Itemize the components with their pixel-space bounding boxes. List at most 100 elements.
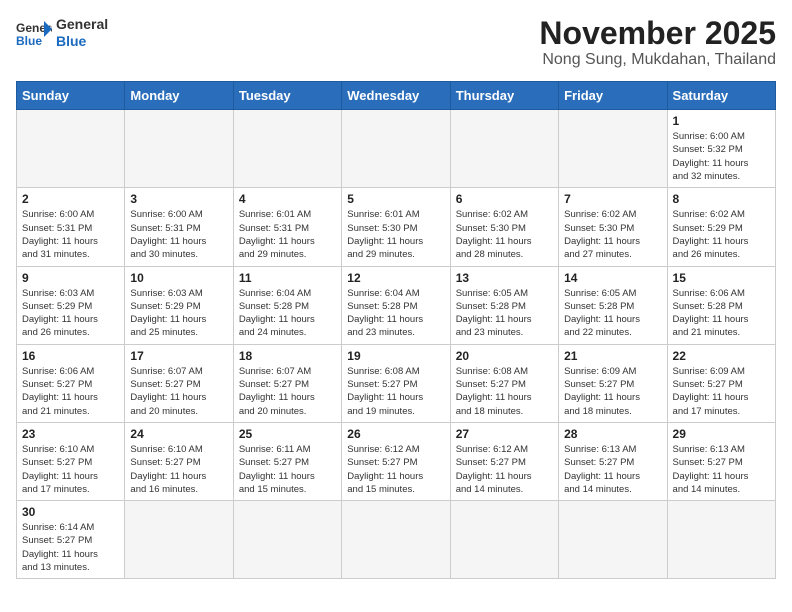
calendar-cell: 9 Sunrise: 6:03 AMSunset: 5:29 PMDaylight… [17,266,125,344]
day-number: 10 [130,271,227,285]
calendar-cell: 10 Sunrise: 6:03 AMSunset: 5:29 PMDayligh… [125,266,233,344]
logo-general: General [56,16,108,33]
day-info: Sunrise: 6:07 AMSunset: 5:27 PMDaylight:… [130,365,227,418]
day-info: Sunrise: 6:14 AMSunset: 5:27 PMDaylight:… [22,521,119,574]
calendar-cell [17,110,125,188]
day-number: 9 [22,271,119,285]
calendar-cell [667,501,775,579]
day-number: 7 [564,192,661,206]
calendar-cell: 7 Sunrise: 6:02 AMSunset: 5:30 PMDaylight… [559,188,667,266]
day-info: Sunrise: 6:13 AMSunset: 5:27 PMDaylight:… [673,443,770,496]
logo-blue: Blue [56,33,108,50]
day-header-tuesday: Tuesday [233,82,341,110]
day-info: Sunrise: 6:03 AMSunset: 5:29 PMDaylight:… [130,287,227,340]
day-number: 13 [456,271,553,285]
day-number: 21 [564,349,661,363]
day-info: Sunrise: 6:13 AMSunset: 5:27 PMDaylight:… [564,443,661,496]
calendar-cell [559,110,667,188]
day-number: 20 [456,349,553,363]
day-number: 19 [347,349,444,363]
day-info: Sunrise: 6:03 AMSunset: 5:29 PMDaylight:… [22,287,119,340]
logo-icon: General Blue [16,19,52,47]
day-info: Sunrise: 6:08 AMSunset: 5:27 PMDaylight:… [456,365,553,418]
day-info: Sunrise: 6:05 AMSunset: 5:28 PMDaylight:… [564,287,661,340]
page-header: General Blue General Blue November 2025 … [16,16,776,69]
day-info: Sunrise: 6:09 AMSunset: 5:27 PMDaylight:… [564,365,661,418]
calendar-cell [233,110,341,188]
calendar-cell: 30 Sunrise: 6:14 AMSunset: 5:27 PMDayligh… [17,501,125,579]
day-info: Sunrise: 6:05 AMSunset: 5:28 PMDaylight:… [456,287,553,340]
calendar-cell: 27Sunrise: 6:12 AMSunset: 5:27 PMDayligh… [450,422,558,500]
calendar-cell [125,110,233,188]
day-info: Sunrise: 6:12 AMSunset: 5:27 PMDaylight:… [347,443,444,496]
calendar-cell: 20 Sunrise: 6:08 AMSunset: 5:27 PMDayligh… [450,344,558,422]
day-info: Sunrise: 6:00 AMSunset: 5:32 PMDaylight:… [673,130,770,183]
calendar-cell [233,501,341,579]
calendar-cell [342,501,450,579]
calendar-header-row: SundayMondayTuesdayWednesdayThursdayFrid… [17,82,776,110]
day-info: Sunrise: 6:01 AMSunset: 5:31 PMDaylight:… [239,208,336,261]
calendar-cell: 19 Sunrise: 6:08 AMSunset: 5:27 PMDayligh… [342,344,450,422]
day-info: Sunrise: 6:09 AMSunset: 5:27 PMDaylight:… [673,365,770,418]
calendar-cell: 14 Sunrise: 6:05 AMSunset: 5:28 PMDayligh… [559,266,667,344]
calendar-cell [450,501,558,579]
calendar-cell: 8 Sunrise: 6:02 AMSunset: 5:29 PMDaylight… [667,188,775,266]
day-number: 8 [673,192,770,206]
day-header-friday: Friday [559,82,667,110]
day-number: 24 [130,427,227,441]
logo: General Blue General Blue [16,16,108,50]
day-number: 16 [22,349,119,363]
calendar-title: November 2025 [539,16,776,51]
calendar-cell [342,110,450,188]
day-number: 3 [130,192,227,206]
calendar-cell: 22 Sunrise: 6:09 AMSunset: 5:27 PMDayligh… [667,344,775,422]
day-number: 28 [564,427,661,441]
day-header-saturday: Saturday [667,82,775,110]
day-info: Sunrise: 6:10 AMSunset: 5:27 PMDaylight:… [22,443,119,496]
calendar-cell: 5 Sunrise: 6:01 AMSunset: 5:30 PMDaylight… [342,188,450,266]
day-number: 23 [22,427,119,441]
day-info: Sunrise: 6:10 AMSunset: 5:27 PMDaylight:… [130,443,227,496]
day-header-thursday: Thursday [450,82,558,110]
day-info: Sunrise: 6:02 AMSunset: 5:29 PMDaylight:… [673,208,770,261]
day-number: 4 [239,192,336,206]
day-info: Sunrise: 6:06 AMSunset: 5:28 PMDaylight:… [673,287,770,340]
calendar-cell [450,110,558,188]
calendar-cell [125,501,233,579]
day-number: 25 [239,427,336,441]
calendar-cell: 21 Sunrise: 6:09 AMSunset: 5:27 PMDayligh… [559,344,667,422]
calendar-cell: 18Sunrise: 6:07 AMSunset: 5:27 PMDayligh… [233,344,341,422]
day-info: Sunrise: 6:00 AMSunset: 5:31 PMDaylight:… [130,208,227,261]
day-info: Sunrise: 6:01 AMSunset: 5:30 PMDaylight:… [347,208,444,261]
day-number: 26 [347,427,444,441]
calendar-cell: 24 Sunrise: 6:10 AMSunset: 5:27 PMDayligh… [125,422,233,500]
day-number: 30 [22,505,119,519]
day-number: 2 [22,192,119,206]
day-number: 18 [239,349,336,363]
calendar-cell [559,501,667,579]
calendar-table: SundayMondayTuesdayWednesdayThursdayFrid… [16,81,776,579]
calendar-cell: 17 Sunrise: 6:07 AMSunset: 5:27 PMDayligh… [125,344,233,422]
calendar-cell: 15 Sunrise: 6:06 AMSunset: 5:28 PMDayligh… [667,266,775,344]
calendar-cell: 25Sunrise: 6:11 AMSunset: 5:27 PMDayligh… [233,422,341,500]
calendar-cell: 11Sunrise: 6:04 AMSunset: 5:28 PMDayligh… [233,266,341,344]
day-info: Sunrise: 6:08 AMSunset: 5:27 PMDaylight:… [347,365,444,418]
svg-text:Blue: Blue [16,34,42,47]
calendar-cell: 13 Sunrise: 6:05 AMSunset: 5:28 PMDayligh… [450,266,558,344]
day-info: Sunrise: 6:02 AMSunset: 5:30 PMDaylight:… [564,208,661,261]
day-header-sunday: Sunday [17,82,125,110]
calendar-cell: 29Sunrise: 6:13 AMSunset: 5:27 PMDayligh… [667,422,775,500]
day-number: 1 [673,114,770,128]
day-number: 17 [130,349,227,363]
day-number: 14 [564,271,661,285]
day-number: 15 [673,271,770,285]
day-info: Sunrise: 6:04 AMSunset: 5:28 PMDaylight:… [347,287,444,340]
calendar-cell: 3 Sunrise: 6:00 AMSunset: 5:31 PMDaylight… [125,188,233,266]
calendar-cell: 6Sunrise: 6:02 AMSunset: 5:30 PMDaylight… [450,188,558,266]
day-number: 5 [347,192,444,206]
calendar-cell: 26 Sunrise: 6:12 AMSunset: 5:27 PMDayligh… [342,422,450,500]
calendar-subtitle: Nong Sung, Mukdahan, Thailand [539,51,776,69]
day-number: 22 [673,349,770,363]
calendar-cell: 28 Sunrise: 6:13 AMSunset: 5:27 PMDayligh… [559,422,667,500]
calendar-cell: 4 Sunrise: 6:01 AMSunset: 5:31 PMDaylight… [233,188,341,266]
